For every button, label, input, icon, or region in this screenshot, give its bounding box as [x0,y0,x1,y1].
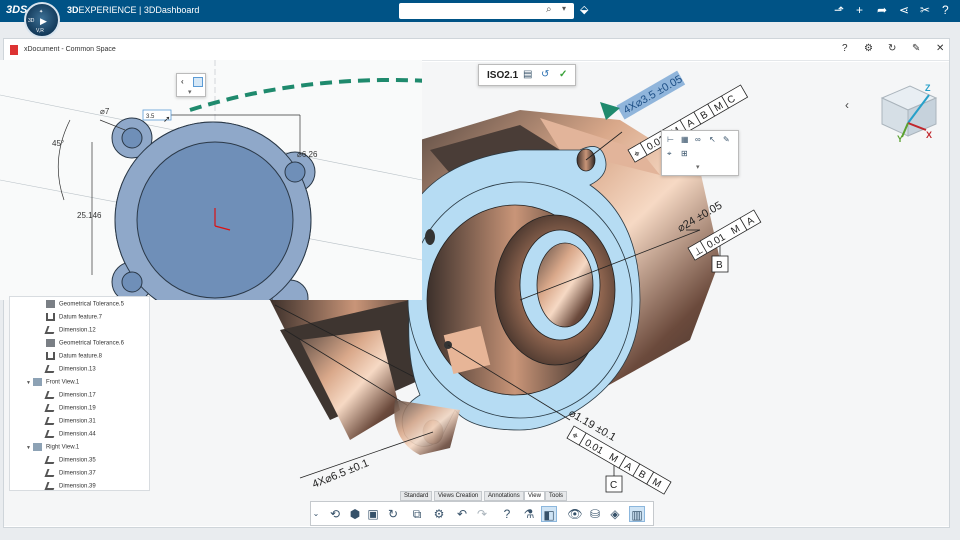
link-tool-icon[interactable]: ∞ [695,135,701,144]
arrow-head [600,102,620,120]
grid-tool-icon[interactable]: ⊞ [681,149,688,158]
material-icon[interactable]: ⛁ [587,506,603,522]
constraint-icon[interactable] [193,77,203,87]
refresh-icon[interactable]: ↻ [385,506,401,522]
svg-text:4X⌀3.5 ±0.05: 4X⌀3.5 ±0.05 [622,73,685,116]
leader-tool-icon[interactable]: ↖ [709,135,716,144]
svg-text:X: X [926,130,932,140]
tree-item[interactable]: Datum feature.7 [46,313,102,325]
pen-tool-icon[interactable]: ✎ [723,135,730,144]
angle-dimension[interactable]: 45° [52,139,64,148]
tree-item-front-view[interactable]: ▼ Front View.1 [26,378,79,390]
action-bar: ⌄ ⟲ ⬢ ▣ ↻ ⧉ ⚙ ↶ ↷ ? ⚗ ◧ 👁 ⛁ ◈ ▥ [310,501,654,526]
tab-tools[interactable]: Tools [545,491,568,501]
dia7-dimension[interactable]: ⌀7 [100,107,110,116]
expand-chevron-icon[interactable]: ⌄ [312,506,320,522]
datum-c-box[interactable]: C [605,475,623,493]
chevron-left-icon[interactable]: ‹ [845,98,849,112]
copy-icon[interactable]: ⧉ [409,506,425,522]
position-tool-icon[interactable]: ⌖ [667,149,672,159]
help-icon[interactable]: ? [499,506,515,522]
tree-item[interactable]: Datum feature.8 [46,352,102,364]
sketch-inset[interactable]: 45° ⌀7 ⌀6.26 25.146 3.5 ➚ [0,60,422,300]
tree-item[interactable]: Dimension.31 [44,417,96,429]
svg-text:Z: Z [925,83,931,93]
dia626-dimension[interactable]: ⌀6.26 [297,150,318,159]
tab-annotations[interactable]: Annotations [484,491,524,501]
settings-icon[interactable]: ⚙ [431,506,447,522]
tree-item[interactable]: Dimension.39 [44,482,96,494]
sketch-context-popup[interactable]: ‹ ▾ [176,73,206,97]
tree-item[interactable]: Dimension.19 [44,404,96,416]
view-icon[interactable]: 👁 [567,506,583,522]
chevron-down-icon[interactable]: ▾ [188,88,192,96]
navigation-cube[interactable]: Z X Y [880,83,938,144]
svg-text:3.5: 3.5 [146,114,155,120]
tree-item[interactable]: Dimension.37 [44,469,96,481]
check-icon[interactable]: ✓ [559,69,567,80]
frame-tool-icon[interactable]: ▦ [681,135,689,144]
undo-icon[interactable]: ↶ [454,506,470,522]
datum-tool-icon[interactable]: ⊢ [667,135,674,144]
tree-item[interactable]: Geometrical Tolerance.5 [46,300,124,312]
app-root: { "topbar": { "brand_logo": "3DS", "bran… [0,0,960,540]
tree-item[interactable]: Dimension.44 [44,430,96,442]
height-dimension[interactable]: 25.146 [77,211,102,220]
chevron-down-icon[interactable]: ▾ [696,163,700,171]
measure-icon[interactable]: ⚗ [521,506,537,522]
expand-triangle-icon: ▼ [26,379,31,386]
tab-view[interactable]: View [524,491,545,501]
tree-item[interactable]: Dimension.35 [44,456,96,468]
iso-standard-label: ISO2.1 [487,70,519,81]
play-icon: ▶ [40,16,47,26]
expand-triangle-icon: ▼ [26,444,31,451]
frame-icon[interactable]: ▥ [629,506,645,522]
redo-icon[interactable]: ↷ [474,506,490,522]
cursor-icon: ➚ [163,114,171,124]
gdt-tools-popup[interactable]: ⊢ ▦ ∞ ↖ ✎ ⌖ ⊞ ▾ [661,130,739,176]
svg-text:B: B [716,260,723,271]
table-icon[interactable]: ▤ [523,69,532,80]
display-icon[interactable]: ◧ [541,506,557,522]
tree-item[interactable]: Dimension.17 [44,391,96,403]
datum-b-box[interactable]: B [711,255,729,273]
tree-item-right-view[interactable]: ▼ Right View.1 [26,443,79,455]
svg-text:C: C [610,480,617,491]
tree-item[interactable]: Geometrical Tolerance.6 [46,339,124,351]
hole-pattern-callout-bottom[interactable]: 4X⌀6.5 ±0.1 [311,457,371,491]
compass-widget[interactable]: ✦ 3D ▶ V,R [24,2,60,38]
svg-text:4X⌀6.5 ±0.1: 4X⌀6.5 ±0.1 [311,457,371,491]
tab-standard[interactable]: Standard [400,491,433,501]
reset-icon[interactable]: ↺ [541,69,549,80]
arrow-left-icon[interactable]: ‹ [181,77,184,86]
tree-item[interactable]: Dimension.13 [44,365,96,377]
specification-tree: Geometrical Tolerance.5 Datum feature.7 … [9,296,150,491]
sketcher-icon[interactable]: ⟲ [327,506,343,522]
render-icon[interactable]: ◈ [607,506,623,522]
tree-item[interactable]: Dimension.12 [44,326,96,338]
tab-views-creation[interactable]: Views Creation [434,491,483,501]
save-icon[interactable]: ▣ [365,506,381,522]
part-icon[interactable]: ⬢ [347,506,363,522]
standard-selector[interactable]: ISO2.1 ▤ ↺ ✓ [478,64,576,86]
svg-text:Y: Y [897,134,903,144]
